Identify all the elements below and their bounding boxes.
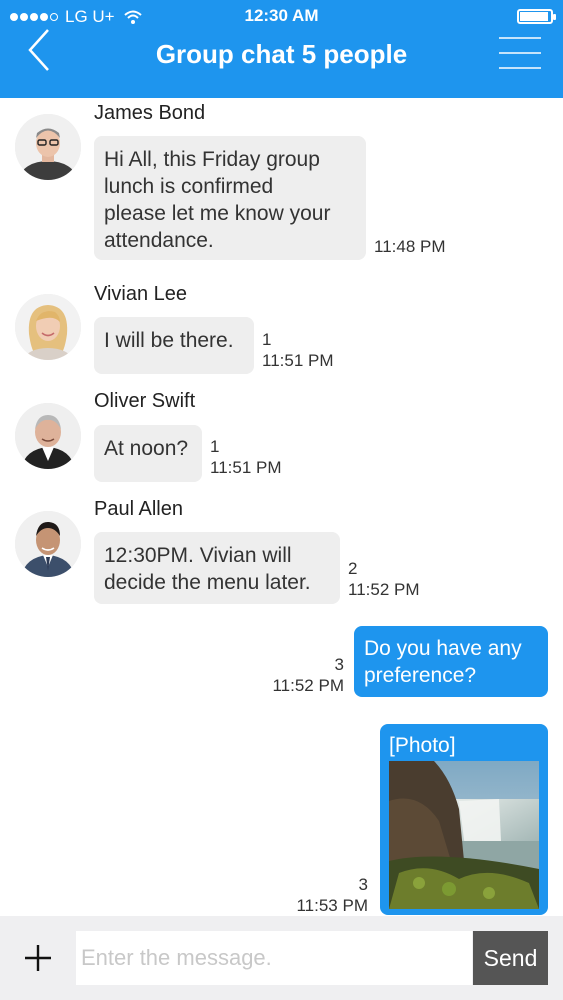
battery-icon xyxy=(517,9,556,24)
photo-label: [Photo] xyxy=(389,734,456,757)
sender-name: Vivian Lee xyxy=(94,283,188,305)
message-time: 11:53 PM xyxy=(296,896,368,915)
message-text: attendance. xyxy=(104,229,214,252)
message-text: 12:30PM. Vivian will xyxy=(104,544,292,567)
message-meta: 3 11:52 PM xyxy=(250,654,344,696)
photo-message-bubble[interactable]: [Photo] xyxy=(380,724,548,915)
message-bubble[interactable]: I will be there. xyxy=(94,317,254,374)
message-meta: 1 11:51 PM xyxy=(262,329,334,371)
message-time: 11:48 PM xyxy=(374,237,446,256)
message-text: Do you have any xyxy=(364,637,522,660)
status-bar: LG U+ 12:30 AM xyxy=(0,0,563,32)
message-meta: 3 11:53 PM xyxy=(274,874,368,916)
unread-count: 2 xyxy=(348,559,358,578)
unread-count: 3 xyxy=(358,875,368,894)
message-time: 11:52 PM xyxy=(272,676,344,695)
message-text: Hi All, this Friday group xyxy=(104,148,320,171)
message-time: 11:51 PM xyxy=(210,458,282,477)
menu-button[interactable] xyxy=(499,37,541,69)
status-time: 12:30 AM xyxy=(244,6,319,25)
message-meta: 2 11:52 PM xyxy=(348,558,420,600)
page-title: Group chat 5 people xyxy=(155,39,408,69)
message-list[interactable]: James Bond Hi All, this Friday group lun… xyxy=(0,98,563,916)
header-bar: LG U+ 12:30 AM Group chat 5 people xyxy=(0,0,563,98)
message-time: 11:51 PM xyxy=(262,351,334,370)
avatar[interactable] xyxy=(15,114,81,180)
photo-thumbnail[interactable] xyxy=(389,761,539,909)
send-button[interactable]: Send xyxy=(473,931,548,985)
message-bubble[interactable]: Hi All, this Friday group lunch is confi… xyxy=(94,136,366,260)
message-meta: 1 11:51 PM xyxy=(210,436,282,478)
message-bubble[interactable]: At noon? xyxy=(94,425,202,482)
unread-count: 3 xyxy=(334,655,344,674)
message-bubble[interactable]: 12:30PM. Vivian will decide the menu lat… xyxy=(94,532,340,604)
message-text: preference? xyxy=(364,664,477,687)
message-text: please let me know your xyxy=(104,202,331,225)
message-input[interactable] xyxy=(76,931,472,985)
message-bubble-outgoing[interactable]: Do you have any preference? xyxy=(354,626,548,697)
avatar[interactable] xyxy=(15,294,81,360)
unread-count: 1 xyxy=(262,330,272,349)
message-time: 11:52 PM xyxy=(348,580,420,599)
message-input-bar: Send xyxy=(0,916,563,1000)
sender-name: Oliver Swift xyxy=(94,390,196,412)
message-text: I will be there. xyxy=(104,329,234,352)
message-text: decide the menu later. xyxy=(104,571,311,594)
avatar[interactable] xyxy=(15,403,81,469)
avatar[interactable] xyxy=(15,511,81,577)
menu-icon xyxy=(499,37,541,39)
plus-icon xyxy=(25,945,51,971)
message-text: lunch is confirmed xyxy=(104,175,274,198)
sender-name: James Bond xyxy=(94,102,206,124)
message-text: At noon? xyxy=(104,437,189,460)
sender-name: Paul Allen xyxy=(94,498,183,520)
unread-count: 1 xyxy=(210,437,220,456)
add-attachment-button[interactable] xyxy=(20,940,56,976)
